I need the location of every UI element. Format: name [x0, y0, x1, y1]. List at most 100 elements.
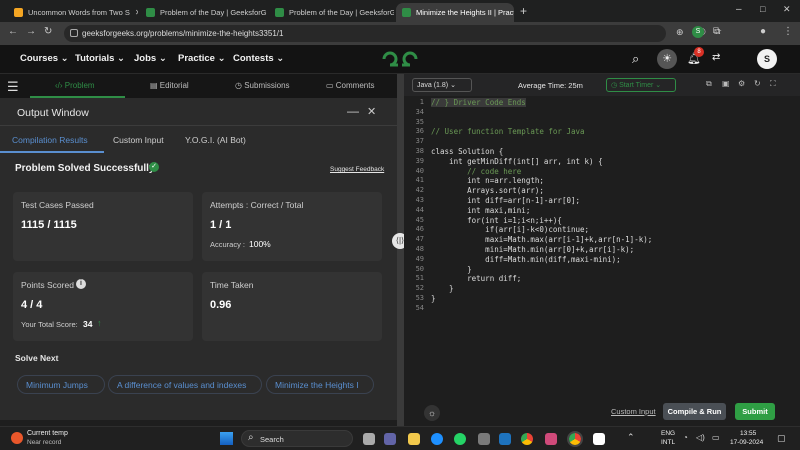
nav-practice[interactable]: Practice ⌄	[178, 53, 226, 64]
profile-avatar[interactable]: S	[692, 26, 704, 38]
tab-submissions[interactable]: ◷ Submissions	[235, 81, 290, 90]
submit-button[interactable]: Submit	[735, 403, 775, 420]
chevron-up-icon[interactable]: ⌃	[627, 432, 635, 443]
tab-comments[interactable]: ▭ Comments	[326, 81, 374, 90]
language-top[interactable]: ENG	[661, 430, 675, 437]
code-line[interactable]: int diff=arr[n-1]-arr[0];	[431, 196, 580, 205]
edge-icon[interactable]	[431, 433, 443, 445]
reset-icon[interactable]: ↻	[754, 79, 761, 88]
line-number: 47	[415, 235, 424, 244]
app-icon[interactable]	[593, 433, 605, 445]
tab-editorial[interactable]: ▤ Editorial	[150, 81, 189, 90]
wifi-icon[interactable]: ◔	[683, 433, 688, 442]
back-icon[interactable]: ←	[8, 26, 18, 37]
maximize-button[interactable]: □	[760, 4, 765, 14]
code-line[interactable]: if(arr[i]-k<0)continue;	[431, 225, 589, 234]
panel-splitter[interactable]	[397, 74, 404, 426]
new-tab-button[interactable]: +	[520, 4, 527, 18]
editor-footer: ☼ Custom Input Compile & Run Submit	[404, 400, 800, 426]
url-bar[interactable]: geeksforgeeks.org/problems/minimize-the-…	[64, 25, 722, 42]
code-line[interactable]: }	[431, 284, 454, 293]
avatar[interactable]: S	[757, 49, 777, 69]
tab-compilation-results[interactable]: Compilation Results	[12, 135, 88, 145]
tab-problem[interactable]: ‹/› Problem	[55, 81, 95, 90]
browser-tab-active[interactable]: Minimize the Heights II | Practic ✕	[396, 3, 514, 22]
volume-icon[interactable]: ◁)	[696, 433, 705, 442]
gfg-logo[interactable]	[381, 50, 419, 68]
battery-icon[interactable]: ▭	[712, 433, 720, 442]
task-view-icon[interactable]	[363, 433, 375, 445]
translate-icon[interactable]: ⇄	[712, 52, 720, 63]
windows-start-icon[interactable]	[220, 432, 233, 445]
code-line[interactable]: // } Driver Code Ends	[431, 98, 526, 107]
menu-dots-icon[interactable]: ⋮	[783, 26, 793, 37]
code-line[interactable]: // User function Template for Java	[431, 127, 585, 136]
line-number: 42	[415, 186, 424, 195]
notification-center-icon[interactable]: ▢	[777, 433, 786, 444]
start-timer-button[interactable]: ◷ Start Timer ⌄	[606, 78, 676, 92]
minimize-panel-icon[interactable]: —	[347, 104, 359, 118]
nav-jobs[interactable]: Jobs ⌄	[134, 53, 167, 64]
code-line[interactable]: int getMinDiff(int[] arr, int k) {	[431, 157, 603, 166]
language-select[interactable]: Java (1.8) ⌄	[412, 78, 472, 92]
compile-run-button[interactable]: Compile & Run	[663, 403, 726, 420]
chrome-active-icon[interactable]	[567, 431, 583, 447]
tab-favicon-icon	[14, 8, 23, 17]
hamburger-icon[interactable]: ☰	[7, 79, 19, 95]
code-line[interactable]: }	[431, 294, 436, 303]
site-info-icon[interactable]	[70, 29, 78, 37]
close-icon[interactable]: ✕	[367, 105, 376, 118]
tab-yogi-ai-bot[interactable]: Y.O.G.I. (AI Bot)	[185, 135, 246, 145]
zoom-icon[interactable]: ⊕	[676, 27, 684, 38]
code-line[interactable]: maxi=Math.max(arr[i-1]+k,arr[n-1]-k);	[431, 235, 652, 244]
solve-next-chip[interactable]: A difference of values and indexes	[108, 375, 262, 394]
clock-time[interactable]: 13:55	[740, 430, 756, 437]
code-line[interactable]: return diff;	[431, 274, 521, 283]
layout-icon[interactable]: ▣	[722, 79, 730, 88]
reload-icon[interactable]: ↻	[44, 26, 52, 37]
close-icon[interactable]: ✕	[135, 8, 138, 17]
suggest-feedback-link[interactable]: Suggest Feedback	[330, 166, 384, 173]
fullscreen-icon[interactable]: ⛶	[770, 79, 776, 89]
code-line[interactable]: diff=Math.min(diff,maxi-mini);	[431, 255, 620, 264]
code-line[interactable]: int n=arr.length;	[431, 176, 544, 185]
file-explorer-icon[interactable]	[408, 433, 420, 445]
chrome-icon[interactable]	[521, 433, 533, 445]
lightbulb-icon[interactable]: ☼	[424, 405, 440, 421]
search-icon[interactable]: ⌕	[632, 51, 639, 67]
code-line[interactable]: mini=Math.min(arr[0]+k,arr[i]-k);	[431, 245, 634, 254]
app-icon[interactable]	[545, 433, 557, 445]
tab-custom-input[interactable]: Custom Input	[113, 135, 164, 145]
copy-icon[interactable]: ⧉	[706, 79, 712, 89]
settings-icon[interactable]: ⚙	[738, 79, 745, 88]
code-line[interactable]: int maxi,mini;	[431, 206, 530, 215]
code-line[interactable]: for(int i=1;i<n;i++){	[431, 216, 562, 225]
browser-tab[interactable]: Problem of the Day | GeeksforG ✕	[140, 3, 267, 22]
weather-icon[interactable]	[11, 432, 23, 444]
forward-icon[interactable]: →	[26, 26, 36, 37]
theme-toggle-icon[interactable]: ☀	[657, 49, 677, 69]
code-line[interactable]: // code here	[431, 167, 521, 176]
browser-tab[interactable]: Uncommon Words from Two S ✕	[8, 3, 138, 22]
browser-tab[interactable]: Problem of the Day | GeeksforG ✕	[269, 3, 394, 22]
solve-next-chip[interactable]: Minimum Jumps	[17, 375, 105, 394]
solve-next-chip[interactable]: Minimize the Heights I	[266, 375, 374, 394]
minimize-button[interactable]: –	[736, 4, 742, 15]
code-line[interactable]: }	[431, 265, 472, 274]
weather-title[interactable]: Current temp	[27, 430, 68, 437]
custom-input-link[interactable]: Custom Input	[611, 407, 656, 416]
close-window-button[interactable]: ✕	[783, 4, 791, 15]
nav-tutorials[interactable]: Tutorials ⌄	[75, 53, 125, 64]
code-line[interactable]: class Solution {	[431, 147, 503, 156]
profile-icon[interactable]: ●	[760, 26, 766, 37]
info-icon[interactable]: i	[76, 279, 86, 289]
nav-contests[interactable]: Contests ⌄	[233, 53, 284, 64]
extensions-icon[interactable]: ⧉	[713, 26, 720, 37]
app-icon[interactable]	[478, 433, 490, 445]
app-icon[interactable]	[499, 433, 511, 445]
nav-courses[interactable]: Courses ⌄	[20, 53, 69, 64]
whatsapp-icon[interactable]	[454, 433, 466, 445]
taskbar-search[interactable]: ⌕ Search	[241, 430, 353, 447]
teams-icon[interactable]	[384, 433, 396, 445]
code-line[interactable]: Arrays.sort(arr);	[431, 186, 544, 195]
